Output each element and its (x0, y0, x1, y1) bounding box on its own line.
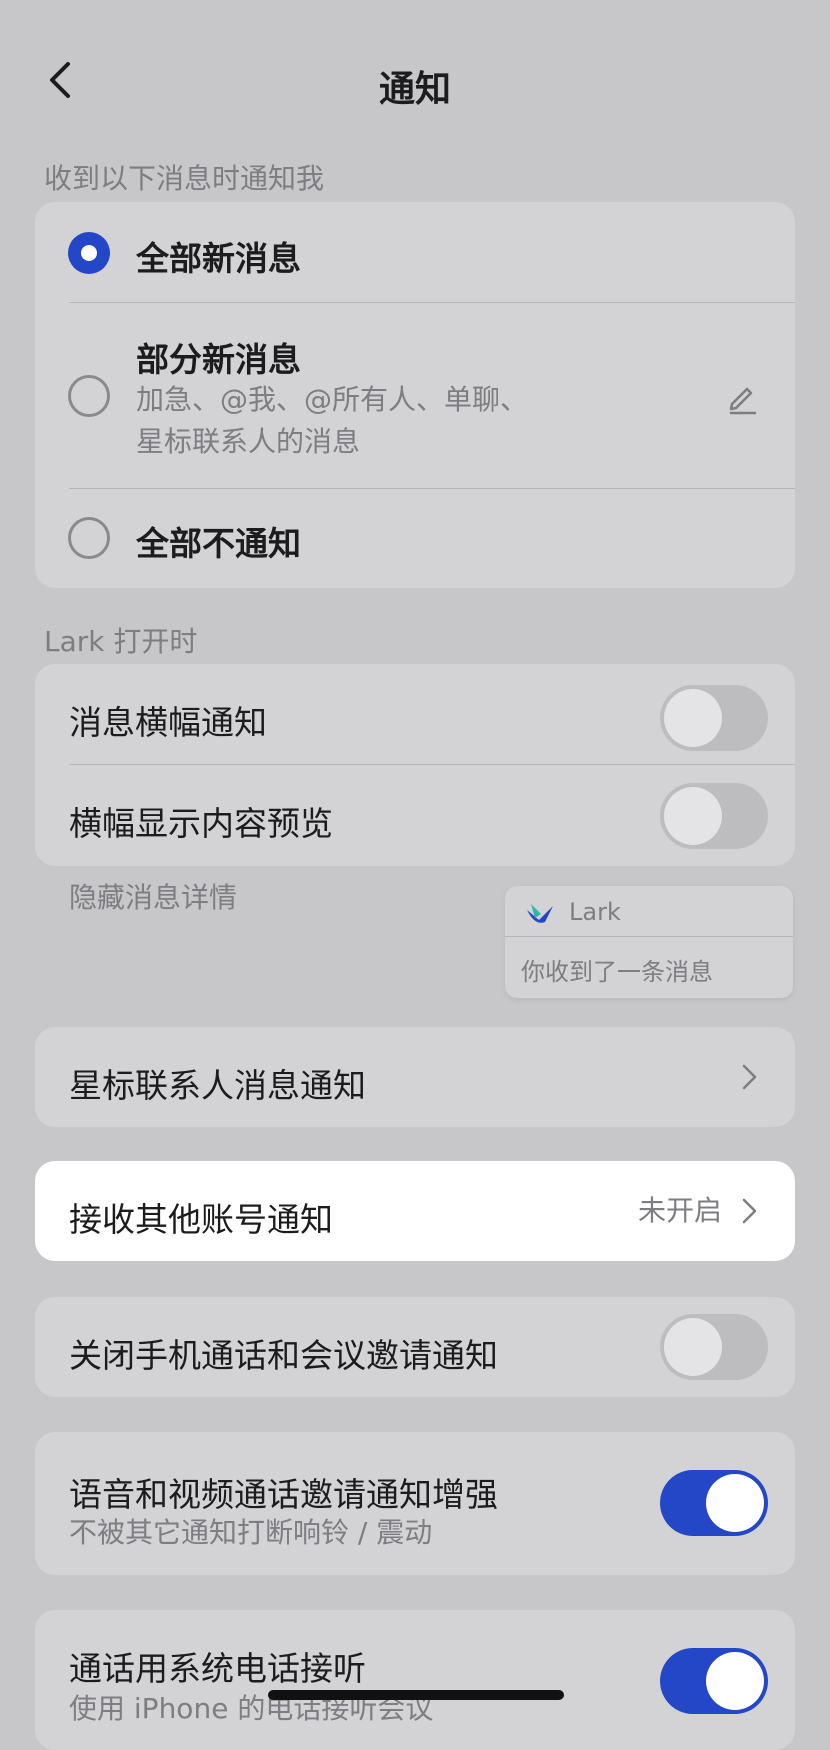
starred-contacts-row[interactable]: 星标联系人消息通知 (35, 1027, 795, 1127)
close-calls-toggle[interactable] (660, 1314, 768, 1380)
preview-app-name: Lark (569, 898, 621, 926)
call-enhance-description: 不被其它通知打断响铃 / 震动 (69, 1516, 433, 1549)
toggle-knob (664, 1318, 722, 1376)
other-accounts-row[interactable]: 接收其他账号通知 未开启 (35, 1161, 795, 1261)
toggle-knob (664, 787, 722, 845)
toggle-knob (706, 1474, 764, 1532)
lark-open-section-label: Lark 打开时 (44, 625, 198, 658)
call-enhance-toggle[interactable] (660, 1470, 768, 1536)
close-calls-label: 关闭手机通话和会议邀请通知 (69, 1336, 498, 1375)
edit-pencil-icon[interactable] (725, 381, 759, 415)
option-some-messages[interactable]: 部分新消息 加急、@我、@所有人、单聊、星标联系人的消息 (35, 303, 795, 487)
other-accounts-status: 未开启 (638, 1194, 723, 1227)
banner-preview-row: 横幅显示内容预览 (35, 765, 795, 866)
radio-unselected-icon[interactable] (68, 375, 110, 417)
chevron-right-icon (742, 1064, 757, 1090)
other-accounts-label: 接收其他账号通知 (69, 1200, 333, 1239)
home-indicator (268, 1690, 564, 1700)
banner-notify-label: 消息横幅通知 (69, 703, 267, 742)
toggle-knob (706, 1652, 764, 1710)
starred-contacts-label: 星标联系人消息通知 (69, 1066, 366, 1105)
preview-message: 你收到了一条消息 (521, 958, 713, 986)
lark-open-card: 消息横幅通知 横幅显示内容预览 (35, 664, 795, 866)
divider (505, 936, 793, 937)
banner-sample-preview: Lark 你收到了一条消息 (505, 886, 793, 998)
close-calls-row: 关闭手机通话和会议邀请通知 (35, 1297, 795, 1397)
banner-preview-toggle[interactable] (660, 783, 768, 849)
page-title: 通知 (378, 69, 451, 110)
hide-details-hint: 隐藏消息详情 (69, 881, 238, 914)
top-bar: 通知 (0, 40, 830, 120)
chevron-right-icon (742, 1198, 757, 1224)
option-all-messages[interactable]: 全部新消息 (35, 202, 795, 302)
option-no-notify[interactable]: 全部不通知 (35, 489, 795, 588)
lark-logo-icon (527, 904, 553, 923)
banner-notify-row: 消息横幅通知 (35, 664, 795, 764)
banner-notify-toggle[interactable] (660, 685, 768, 751)
option-description: 加急、@我、@所有人、单聊、星标联系人的消息 (136, 383, 529, 458)
radio-selected-icon[interactable] (68, 232, 110, 274)
call-enhance-label: 语音和视频通话邀请通知增强 (69, 1475, 498, 1514)
system-call-toggle[interactable] (660, 1648, 768, 1714)
notification-settings-screen: 通知 收到以下消息时通知我 全部新消息 部分新消息 加急、@我、@所有人、单聊、… (0, 0, 830, 1750)
banner-preview-label: 横幅显示内容预览 (69, 804, 333, 843)
notify-options-card: 全部新消息 部分新消息 加急、@我、@所有人、单聊、星标联系人的消息 全部不通知 (35, 202, 795, 588)
radio-unselected-icon[interactable] (68, 517, 110, 559)
option-label: 全部新消息 (136, 239, 301, 278)
option-label: 全部不通知 (136, 524, 301, 563)
system-call-row: 通话用系统电话接听 使用 iPhone 的电话接听会议 (35, 1610, 795, 1750)
option-label: 部分新消息 (136, 340, 301, 379)
toggle-knob (664, 689, 722, 747)
notify-section-label: 收到以下消息时通知我 (44, 162, 325, 195)
system-call-label: 通话用系统电话接听 (69, 1649, 366, 1688)
call-enhance-row: 语音和视频通话邀请通知增强 不被其它通知打断响铃 / 震动 (35, 1432, 795, 1575)
